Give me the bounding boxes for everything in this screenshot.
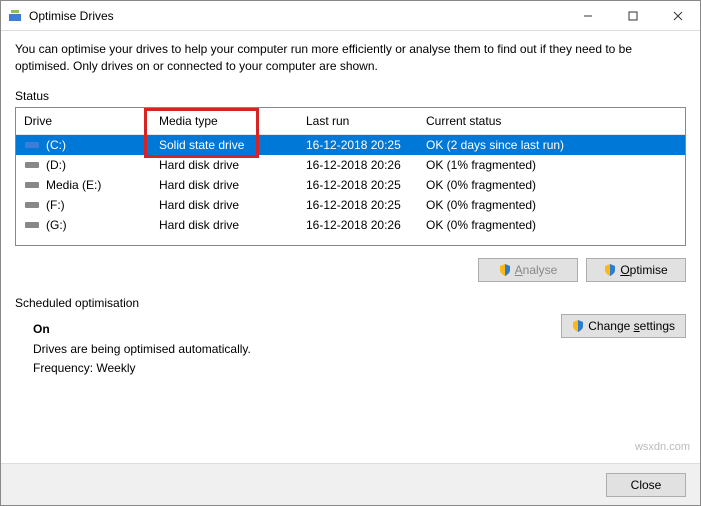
cell-media: Hard disk drive (151, 218, 298, 232)
table-row[interactable]: (D:)Hard disk drive16-12-2018 20:26OK (1… (16, 155, 685, 175)
cell-last-run: 16-12-2018 20:25 (298, 198, 418, 212)
cell-drive: (C:) (16, 138, 151, 152)
cell-drive: (D:) (16, 158, 151, 172)
cell-drive: (F:) (16, 198, 151, 212)
hdd-icon (24, 179, 40, 191)
schedule-label: Scheduled optimisation (15, 296, 686, 310)
app-icon (7, 8, 23, 24)
shield-icon (604, 264, 616, 276)
watermark: wsxdn.com (635, 441, 690, 453)
table-row[interactable]: (F:)Hard disk drive16-12-2018 20:25OK (0… (16, 195, 685, 215)
schedule-freq: Frequency: Weekly (33, 359, 561, 378)
cell-drive: (G:) (16, 218, 151, 232)
hdd-icon (24, 199, 40, 211)
cell-status: OK (2 days since last run) (418, 138, 685, 152)
shield-icon (572, 320, 584, 332)
table-row[interactable]: (C:)Solid state drive16-12-2018 20:25OK … (16, 135, 685, 155)
cell-media: Solid state drive (151, 138, 298, 152)
analyse-button[interactable]: Analyse (478, 258, 578, 282)
cell-last-run: 16-12-2018 20:26 (298, 158, 418, 172)
hdd-icon (24, 159, 40, 171)
col-drive[interactable]: Drive (16, 108, 151, 134)
cell-last-run: 16-12-2018 20:25 (298, 178, 418, 192)
cell-status: OK (1% fragmented) (418, 158, 685, 172)
schedule-on: On (33, 322, 561, 336)
table-row[interactable]: (G:)Hard disk drive16-12-2018 20:26OK (0… (16, 215, 685, 235)
col-last[interactable]: Last run (298, 108, 418, 134)
drives-table: Drive Media type Last run Current status… (15, 107, 686, 246)
schedule-desc: Drives are being optimised automatically… (33, 340, 561, 359)
cell-media: Hard disk drive (151, 158, 298, 172)
analyse-mnemonic: A (515, 263, 523, 277)
status-label: Status (15, 89, 686, 103)
change-settings-button[interactable]: Change settings (561, 314, 686, 338)
cell-media: Hard disk drive (151, 198, 298, 212)
close-button[interactable] (655, 1, 700, 31)
description-text: You can optimise your drives to help you… (15, 41, 686, 75)
footer: Close (1, 463, 700, 505)
cell-status: OK (0% fragmented) (418, 178, 685, 192)
table-row[interactable]: Media (E:)Hard disk drive16-12-2018 20:2… (16, 175, 685, 195)
cell-last-run: 16-12-2018 20:26 (298, 218, 418, 232)
maximize-button[interactable] (610, 1, 655, 31)
titlebar: Optimise Drives (1, 1, 700, 31)
col-status[interactable]: Current status (418, 108, 685, 134)
cell-media: Hard disk drive (151, 178, 298, 192)
optimise-button[interactable]: Optimise (586, 258, 686, 282)
cell-status: OK (0% fragmented) (418, 218, 685, 232)
optimise-mnemonic: O (620, 263, 629, 277)
cell-last-run: 16-12-2018 20:25 (298, 138, 418, 152)
cell-drive: Media (E:) (16, 178, 151, 192)
hdd-icon (24, 219, 40, 231)
close-footer-button[interactable]: Close (606, 473, 686, 497)
table-header: Drive Media type Last run Current status (16, 108, 685, 135)
ssd-icon (24, 139, 40, 151)
col-media[interactable]: Media type (151, 108, 298, 134)
minimize-button[interactable] (565, 1, 610, 31)
window-title: Optimise Drives (29, 9, 565, 23)
shield-icon (499, 264, 511, 276)
cell-status: OK (0% fragmented) (418, 198, 685, 212)
